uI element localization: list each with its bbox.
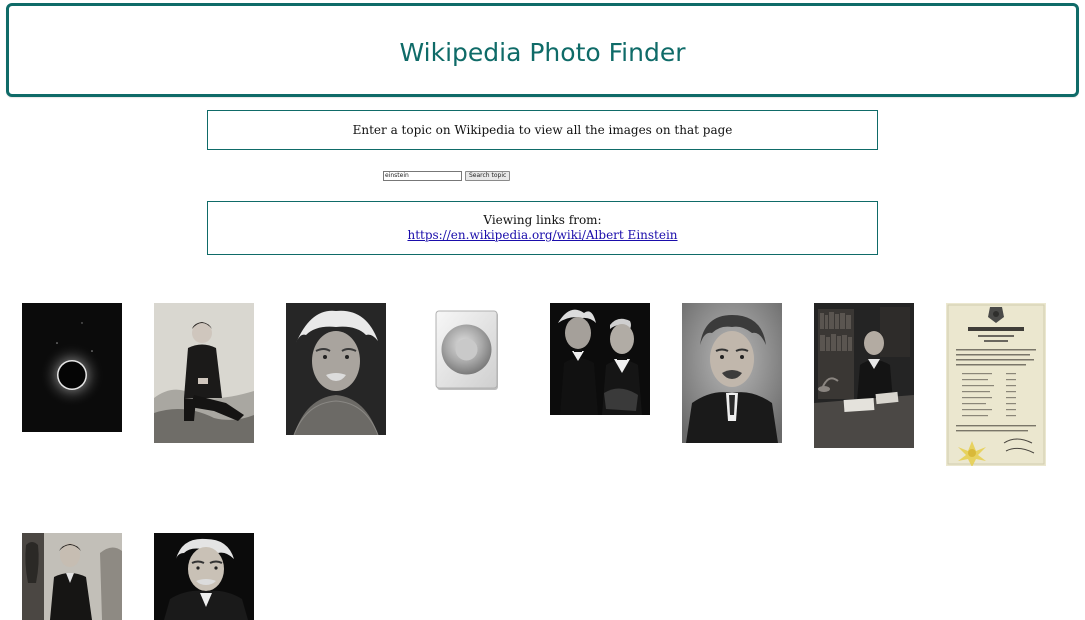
einstein-at-desk-photo[interactable]	[814, 303, 914, 448]
einstein-profile-graphic	[154, 533, 254, 620]
boy-sitting-graphic	[154, 303, 254, 443]
search-input[interactable]	[383, 171, 462, 181]
einstein-chaplin-photo[interactable]	[550, 303, 650, 415]
speaker-icon[interactable]	[435, 310, 500, 392]
search-topic-button[interactable]: Search topic	[465, 171, 511, 181]
einstein-profile-photo[interactable]	[154, 533, 254, 620]
einstein-portrait-suit-photo[interactable]	[682, 303, 782, 443]
child-portrait-photo[interactable]	[22, 533, 122, 620]
viewing-panel: Viewing links from: https://en.wikipedia…	[207, 201, 878, 255]
einstein-chaplin-graphic	[550, 303, 650, 415]
einstein-portrait-photo[interactable]	[286, 303, 386, 435]
header-box: Wikipedia Photo Finder	[6, 3, 1079, 97]
viewing-label: Viewing links from:	[483, 213, 602, 227]
solar-eclipse-graphic	[22, 303, 122, 432]
intro-text: Enter a topic on Wikipedia to view all t…	[352, 122, 733, 137]
einstein-suit-graphic	[682, 303, 782, 443]
certificate-graphic	[946, 303, 1046, 466]
einstein-desk-graphic	[814, 303, 914, 448]
einstein-portrait-graphic	[286, 303, 386, 435]
speaker-graphic	[435, 310, 498, 390]
intro-panel: Enter a topic on Wikipedia to view all t…	[207, 110, 878, 150]
source-link[interactable]: https://en.wikipedia.org/wiki/Albert Ein…	[407, 228, 677, 243]
solar-eclipse-photo[interactable]	[22, 303, 122, 432]
certificate-document-image[interactable]	[946, 303, 1046, 466]
search-bar: Search topic	[383, 171, 511, 181]
page-title: Wikipedia Photo Finder	[399, 37, 686, 67]
boy-sitting-portrait-photo[interactable]	[154, 303, 254, 443]
child-portrait-graphic	[22, 533, 122, 620]
